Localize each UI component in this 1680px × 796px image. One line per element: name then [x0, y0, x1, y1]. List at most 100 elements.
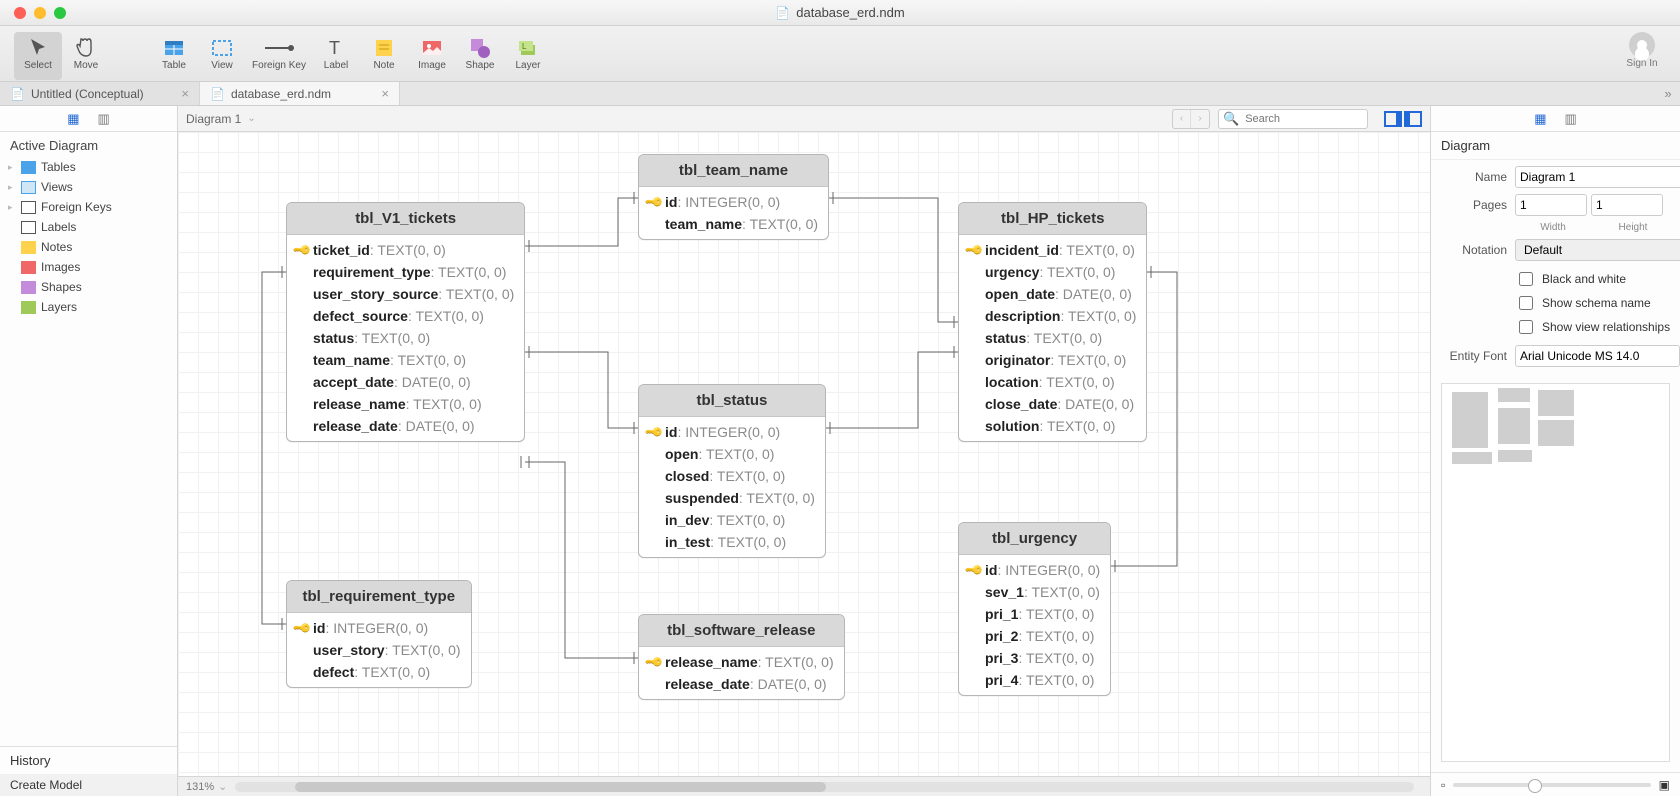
tool-select[interactable]: Select [14, 32, 62, 80]
field-row[interactable]: solution: TEXT(0, 0) [959, 415, 1146, 437]
field-row[interactable]: pri_3: TEXT(0, 0) [959, 647, 1110, 669]
entity-team[interactable]: tbl_team_nameid: INTEGER(0, 0)team_name:… [638, 154, 829, 240]
tree-item-shapes[interactable]: Shapes [4, 277, 173, 297]
tool-move[interactable]: Move [62, 32, 110, 80]
field-row[interactable]: in_dev: TEXT(0, 0) [639, 509, 825, 531]
tree-item-images[interactable]: Images [4, 257, 173, 277]
pages-height-input[interactable] [1591, 194, 1663, 216]
field-row[interactable]: closed: TEXT(0, 0) [639, 465, 825, 487]
entity-rel[interactable]: tbl_software_releaserelease_name: TEXT(0… [638, 614, 845, 700]
chevron-left-icon[interactable]: ‹ [1173, 110, 1191, 128]
tab-overflow-icon[interactable]: » [1656, 82, 1680, 105]
field-row[interactable]: close_date: DATE(0, 0) [959, 393, 1146, 415]
close-icon[interactable]: × [381, 86, 389, 101]
field-row[interactable]: requirement_type: TEXT(0, 0) [287, 261, 524, 283]
entity-status[interactable]: tbl_statusid: INTEGER(0, 0)open: TEXT(0,… [638, 384, 826, 558]
tool-table[interactable]: Table [150, 32, 198, 80]
entity-hp[interactable]: tbl_HP_ticketsincident_id: TEXT(0, 0)urg… [958, 202, 1147, 442]
file-tab[interactable]: database_erd.ndm× [200, 82, 400, 105]
tool-label[interactable]: TLabel [312, 32, 360, 80]
tool-note[interactable]: Note [360, 32, 408, 80]
field-row[interactable]: defect: TEXT(0, 0) [287, 661, 471, 683]
field-row[interactable]: release_date: DATE(0, 0) [639, 673, 844, 695]
tool-layer[interactable]: LLayer [504, 32, 552, 80]
minimize-window-icon[interactable] [34, 7, 46, 19]
tool-shape[interactable]: Shape [456, 32, 504, 80]
search-input[interactable] [1243, 112, 1389, 126]
field-row[interactable]: id: INTEGER(0, 0) [287, 617, 471, 639]
tree-item-layers[interactable]: Layers [4, 297, 173, 317]
field-row[interactable]: user_story: TEXT(0, 0) [287, 639, 471, 661]
chevron-down-icon[interactable]: ⌄ [218, 780, 227, 793]
zoom-in-icon[interactable]: ▣ [1659, 778, 1670, 792]
field-row[interactable]: accept_date: DATE(0, 0) [287, 371, 524, 393]
nav-back-forward[interactable]: ‹› [1172, 109, 1210, 129]
tree-item-foreign-keys[interactable]: Foreign Keys [4, 197, 173, 217]
props-tab-b-icon[interactable]: ▥ [1565, 111, 1577, 127]
field-row[interactable]: id: INTEGER(0, 0) [639, 421, 825, 443]
entity-req[interactable]: tbl_requirement_typeid: INTEGER(0, 0)use… [286, 580, 472, 688]
field-row[interactable]: id: INTEGER(0, 0) [639, 191, 828, 213]
field-row[interactable]: release_date: DATE(0, 0) [287, 415, 524, 437]
entity-font-input[interactable] [1515, 345, 1680, 367]
field-row[interactable]: release_name: TEXT(0, 0) [287, 393, 524, 415]
diagram-name-input[interactable] [1515, 166, 1680, 188]
zoom-slider[interactable] [1453, 783, 1650, 787]
viewmode-left-icon[interactable] [1384, 111, 1402, 127]
tool-image[interactable]: Image [408, 32, 456, 80]
view-rel-checkbox[interactable] [1519, 320, 1533, 334]
field-row[interactable]: incident_id: TEXT(0, 0) [959, 239, 1146, 261]
tree-item-tables[interactable]: Tables [4, 157, 173, 177]
field-row[interactable]: description: TEXT(0, 0) [959, 305, 1146, 327]
field-row[interactable]: urgency: TEXT(0, 0) [959, 261, 1146, 283]
field-row[interactable]: suspended: TEXT(0, 0) [639, 487, 825, 509]
search-box[interactable]: 🔍 [1218, 109, 1368, 129]
tree-item-notes[interactable]: Notes [4, 237, 173, 257]
field-row[interactable]: status: TEXT(0, 0) [959, 327, 1146, 349]
field-row[interactable]: pri_2: TEXT(0, 0) [959, 625, 1110, 647]
tree-item-labels[interactable]: Labels [4, 217, 173, 237]
maximize-window-icon[interactable] [54, 7, 66, 19]
close-icon[interactable]: × [181, 86, 189, 101]
zoom-out-icon[interactable]: ▫ [1441, 778, 1445, 792]
file-tab[interactable]: Untitled (Conceptual)× [0, 82, 200, 105]
field-row[interactable]: status: TEXT(0, 0) [287, 327, 524, 349]
field-row[interactable]: release_name: TEXT(0, 0) [639, 651, 844, 673]
field-row[interactable]: sev_1: TEXT(0, 0) [959, 581, 1110, 603]
field-type: : TEXT(0, 0) [354, 664, 430, 680]
minimap[interactable] [1441, 383, 1670, 762]
field-row[interactable]: id: INTEGER(0, 0) [959, 559, 1110, 581]
sidebar-tab-objects-icon[interactable]: ▦ [67, 111, 79, 127]
field-row[interactable]: in_test: TEXT(0, 0) [639, 531, 825, 553]
tree-item-views[interactable]: Views [4, 177, 173, 197]
tool-view[interactable]: View [198, 32, 246, 80]
diagram-selector[interactable]: Diagram 1 [186, 112, 256, 126]
sidebar-tab-layers-icon[interactable]: ▥ [98, 111, 110, 127]
history-item[interactable]: Create Model [0, 774, 177, 796]
field-row[interactable]: pri_1: TEXT(0, 0) [959, 603, 1110, 625]
field-row[interactable]: ticket_id: TEXT(0, 0) [287, 239, 524, 261]
field-row[interactable]: team_name: TEXT(0, 0) [639, 213, 828, 235]
props-tab-a-icon[interactable]: ▦ [1534, 111, 1546, 127]
field-row[interactable]: pri_4: TEXT(0, 0) [959, 669, 1110, 691]
schema-name-checkbox[interactable] [1519, 296, 1533, 310]
close-window-icon[interactable] [14, 7, 26, 19]
pages-width-input[interactable] [1515, 194, 1587, 216]
notation-select[interactable]: Default [1515, 239, 1680, 261]
field-row[interactable]: user_story_source: TEXT(0, 0) [287, 283, 524, 305]
entity-urg[interactable]: tbl_urgencyid: INTEGER(0, 0)sev_1: TEXT(… [958, 522, 1111, 696]
viewmode-right-icon[interactable] [1404, 111, 1422, 127]
erd-canvas[interactable]: tbl_V1_ticketsticket_id: TEXT(0, 0)requi… [178, 132, 1430, 776]
black-white-checkbox[interactable] [1519, 272, 1533, 286]
field-row[interactable]: originator: TEXT(0, 0) [959, 349, 1146, 371]
field-row[interactable]: location: TEXT(0, 0) [959, 371, 1146, 393]
entity-v1[interactable]: tbl_V1_ticketsticket_id: TEXT(0, 0)requi… [286, 202, 525, 442]
field-row[interactable]: team_name: TEXT(0, 0) [287, 349, 524, 371]
field-row[interactable]: open: TEXT(0, 0) [639, 443, 825, 465]
field-row[interactable]: open_date: DATE(0, 0) [959, 283, 1146, 305]
sign-in-button[interactable]: Sign In [1618, 32, 1666, 69]
horizontal-scrollbar[interactable] [235, 782, 1414, 792]
tool-foreign-key[interactable]: Foreign Key [246, 32, 312, 80]
field-row[interactable]: defect_source: TEXT(0, 0) [287, 305, 524, 327]
chevron-right-icon[interactable]: › [1191, 110, 1209, 128]
